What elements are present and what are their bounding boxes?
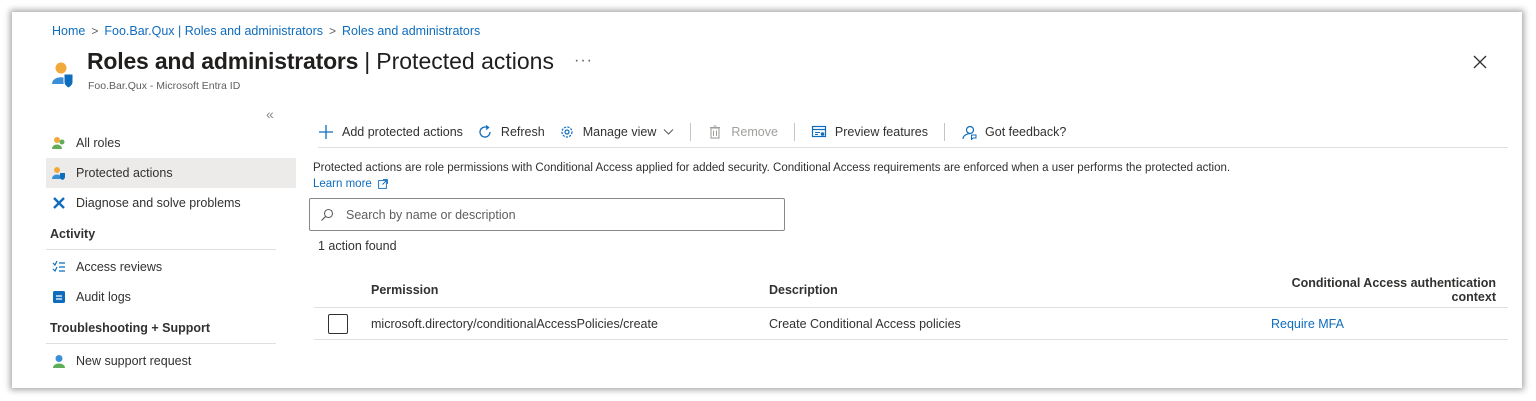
column-header-description[interactable]: Description	[769, 283, 1261, 297]
sidebar-item-access-reviews[interactable]: Access reviews	[46, 252, 296, 282]
sidebar-item-all-roles[interactable]: All roles	[46, 128, 296, 158]
page-title-separator: |	[364, 48, 371, 74]
sidebar-group-troubleshooting: Troubleshooting + Support	[46, 312, 276, 344]
toolbar-divider	[944, 122, 946, 141]
sidebar-item-new-support-request[interactable]: New support request	[46, 346, 296, 376]
gear-icon	[559, 124, 575, 140]
close-icon[interactable]	[1472, 54, 1488, 70]
row-checkbox-cell	[314, 313, 371, 334]
sidebar-item-label: Audit logs	[76, 290, 131, 304]
column-header-permission[interactable]: Permission	[371, 283, 769, 297]
wrench-icon	[52, 196, 66, 210]
refresh-label: Refresh	[500, 124, 545, 139]
page-title-sub: Protected actions	[376, 48, 554, 74]
page-title-main: Roles and administrators	[87, 48, 359, 74]
cell-context-link[interactable]: Require MFA	[1261, 317, 1508, 331]
screenshot-frame: Home > Foo.Bar.Qux | Roles and administr…	[0, 0, 1536, 401]
breadcrumb-separator-icon: >	[328, 24, 336, 38]
sidebar-item-diagnose[interactable]: Diagnose and solve problems	[46, 188, 296, 218]
page-title: Roles and administrators | Protected act…	[87, 48, 593, 75]
breadcrumb-tenant-roles[interactable]: Foo.Bar.Qux | Roles and administrators	[104, 24, 323, 38]
manage-view-label: Manage view	[582, 124, 657, 139]
command-bar: Add protected actions Refresh Manage vie…	[318, 118, 1508, 148]
trash-icon	[707, 124, 723, 140]
page-subtitle: Foo.Bar.Qux - Microsoft Entra ID	[88, 80, 241, 92]
breadcrumb-roles[interactable]: Roles and administrators	[342, 24, 480, 38]
checklist-icon	[52, 260, 66, 274]
sidebar-item-protected-actions[interactable]: Protected actions	[46, 158, 296, 188]
protected-actions-icon	[52, 166, 66, 180]
roles-icon	[52, 136, 66, 150]
roles-admin-icon	[52, 62, 74, 89]
search-icon	[320, 208, 334, 222]
sidebar-item-label: Diagnose and solve problems	[76, 196, 241, 210]
learn-more-link[interactable]: Learn more	[313, 178, 388, 190]
breadcrumb: Home > Foo.Bar.Qux | Roles and administr…	[52, 24, 480, 38]
collapse-sidebar-icon[interactable]: «	[266, 106, 274, 122]
manage-view-button[interactable]: Manage view	[559, 124, 675, 140]
protected-actions-table: Permission Description Conditional Acces…	[314, 272, 1508, 340]
result-count: 1 action found	[318, 239, 397, 253]
toolbar-divider	[690, 122, 692, 141]
support-icon	[52, 354, 66, 368]
toolbar-divider	[793, 122, 795, 141]
external-link-icon	[377, 179, 388, 189]
row-checkbox[interactable]	[328, 313, 348, 334]
breadcrumb-separator-icon: >	[91, 24, 99, 38]
refresh-button[interactable]: Refresh	[477, 124, 545, 140]
feedback-icon	[961, 124, 977, 140]
preview-features-button[interactable]: Preview features	[811, 124, 928, 140]
cell-permission: microsoft.directory/conditionalAccessPol…	[371, 316, 658, 331]
preview-features-label: Preview features	[834, 124, 929, 139]
cell-description: Create Conditional Access policies	[769, 316, 961, 331]
learn-more-label: Learn more	[313, 178, 372, 190]
table-row[interactable]: microsoft.directory/conditionalAccessPol…	[314, 308, 1508, 340]
description-text: Protected actions are role permissions w…	[313, 162, 1231, 174]
refresh-icon	[477, 124, 493, 140]
plus-icon	[318, 124, 334, 140]
remove-button[interactable]: Remove	[707, 124, 778, 140]
add-protected-actions-button[interactable]: Add protected actions	[318, 124, 463, 140]
sidebar-item-label: New support request	[76, 354, 192, 368]
more-options-icon[interactable]: ···	[574, 52, 593, 70]
breadcrumb-home[interactable]: Home	[52, 24, 85, 38]
add-protected-actions-label: Add protected actions	[342, 124, 463, 139]
search-input[interactable]	[346, 207, 766, 222]
got-feedback-label: Got feedback?	[985, 124, 1067, 139]
sidebar: All roles Protected actions Diagnose and…	[46, 128, 296, 376]
column-header-context[interactable]: Conditional Access authentication contex…	[1261, 276, 1508, 304]
sidebar-item-label: Protected actions	[76, 166, 173, 180]
got-feedback-button[interactable]: Got feedback?	[961, 124, 1066, 140]
remove-label: Remove	[731, 124, 778, 139]
search-box[interactable]	[309, 198, 785, 231]
table-header: Permission Description Conditional Acces…	[314, 272, 1508, 308]
chevron-down-icon	[663, 126, 674, 137]
sidebar-item-label: Access reviews	[76, 260, 163, 274]
sidebar-item-label: All roles	[76, 136, 121, 150]
audit-log-icon	[52, 290, 66, 304]
sidebar-group-activity: Activity	[46, 218, 276, 250]
blade-panel: Home > Foo.Bar.Qux | Roles and administr…	[12, 12, 1522, 388]
sidebar-item-audit-logs[interactable]: Audit logs	[46, 282, 296, 312]
preview-features-icon	[811, 124, 827, 140]
